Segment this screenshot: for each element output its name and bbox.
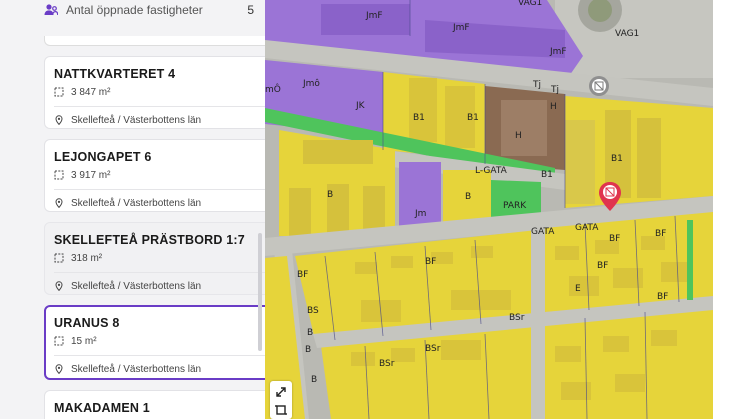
map-label-e: E [575, 284, 581, 294]
property-name: LEJONGAPET 6 [54, 150, 152, 164]
property-name: URANUS 8 [54, 316, 120, 330]
map-label-h: H [515, 131, 522, 141]
property-name: NATTKVARTERET 4 [54, 67, 176, 81]
map-label-bf: BF [297, 270, 308, 280]
map-label-bf: BF [425, 257, 436, 267]
map-label-bsr: BSr [379, 359, 395, 369]
area-icon [54, 170, 64, 180]
property-location: Skellefteå / Västerbottens län [54, 112, 265, 128]
property-area: 318 m² [54, 250, 265, 266]
property-area-value: 15 m² [71, 335, 97, 347]
map-marker-grey[interactable] [589, 76, 609, 96]
location-pin-icon [55, 364, 63, 374]
property-area: 3 917 m² [54, 167, 265, 183]
previous-card-bottom [44, 36, 265, 46]
property-name: SKELLEFTEÅ PRÄSTBORD 1:7 [54, 233, 245, 247]
property-card-selected[interactable]: URANUS 8 15 m² Skellefteå / Västerbotten… [44, 305, 265, 380]
map-label-h: H [550, 102, 557, 112]
card-divider [54, 189, 265, 190]
map-label-park: PARK [503, 201, 527, 211]
property-card[interactable]: SKELLEFTEÅ PRÄSTBORD 1:7 318 m² Skelleft… [44, 222, 265, 295]
map-label-jk: JK [355, 101, 366, 111]
map-canvas[interactable]: VAG1 VAG1 JmF JmF JmF Jmô mÔ JK Tj Tj H … [265, 0, 713, 419]
crop-icon[interactable] [274, 403, 288, 417]
location-pin-icon [55, 115, 63, 125]
map-label-b: B [305, 345, 311, 355]
right-margin [713, 0, 746, 419]
property-location-value: Skellefteå / Västerbottens län [71, 197, 202, 209]
property-card[interactable]: MAKADAMEN 1 [44, 390, 265, 419]
map-label-vag1: VAG1 [518, 0, 542, 8]
property-location: Skellefteå / Västerbottens län [54, 361, 265, 377]
property-area: 15 m² [54, 333, 265, 349]
map-label-b: B [311, 375, 317, 385]
property-list: Antal öppnade fastigheter 5 NATTKVARTERE… [34, 0, 265, 419]
card-divider [54, 106, 265, 107]
map-label-l-gata: L-GATA [475, 166, 508, 176]
map-label-tj: Tj [532, 80, 541, 90]
property-name: MAKADAMEN 1 [54, 401, 150, 415]
property-location-value: Skellefteå / Västerbottens län [71, 114, 202, 126]
map-label-bs: BS [307, 306, 319, 316]
map-label-jmo: Jmô [302, 78, 320, 89]
map-toolbar [270, 381, 292, 419]
map-label-vag1: VAG1 [615, 29, 639, 39]
property-area-value: 3 917 m² [71, 169, 111, 181]
property-card[interactable]: LEJONGAPET 6 3 917 m² Skellefteå / Väste… [44, 139, 265, 212]
map-label-gata: GATA [531, 227, 555, 237]
opened-properties-counter: Antal öppnade fastigheter 5 [44, 0, 254, 20]
property-location-value: Skellefteå / Västerbottens län [71, 280, 202, 292]
map-label-b: B [327, 190, 333, 200]
zoning-map[interactable]: VAG1 VAG1 JmF JmF JmF Jmô mÔ JK Tj Tj H … [265, 0, 713, 419]
area-icon [54, 87, 64, 97]
property-location: Skellefteå / Västerbottens län [54, 195, 265, 211]
sidebar-scrollbar[interactable] [258, 233, 262, 351]
location-pin-icon [55, 281, 63, 291]
map-label-b1: B1 [611, 154, 623, 164]
property-area-value: 318 m² [71, 252, 103, 264]
counter-value: 5 [247, 3, 254, 17]
map-label-bsr: BSr [425, 344, 441, 354]
resize-icon[interactable] [274, 385, 288, 399]
property-location: Skellefteå / Västerbottens län [54, 278, 265, 294]
property-card[interactable]: NATTKVARTERET 4 3 847 m² Skellefteå / Vä… [44, 56, 265, 129]
map-label-bf: BF [657, 292, 668, 302]
counter-label: Antal öppnade fastigheter [66, 3, 203, 17]
property-area: 3 847 m² [54, 84, 265, 100]
map-label-b: B [465, 192, 471, 202]
map-label-b1: B1 [467, 113, 479, 123]
map-label-bf: BF [597, 261, 608, 271]
location-pin-icon [55, 198, 63, 208]
property-area-value: 3 847 m² [71, 86, 111, 98]
map-label-jmf: JmF [549, 47, 567, 57]
card-divider [54, 355, 265, 356]
property-location-value: Skellefteå / Västerbottens län [71, 363, 202, 375]
map-label-b1: B1 [541, 170, 553, 180]
map-label-jmo: mÔ [265, 83, 281, 95]
map-label-bsr: BSr [509, 313, 525, 323]
user-group-icon [44, 4, 58, 16]
map-label-b1: B1 [413, 113, 425, 123]
map-label-bf: BF [655, 229, 666, 239]
map-label-b: B [307, 328, 313, 338]
map-label-jmf: JmF [452, 23, 470, 33]
map-label-jmf: JmF [365, 11, 383, 21]
map-label-gata: GATA [575, 223, 599, 233]
area-icon [54, 336, 64, 346]
map-label-bf: BF [609, 234, 620, 244]
area-icon [54, 253, 64, 263]
map-label-jm: Jm [414, 209, 426, 219]
property-sidebar: Antal öppnade fastigheter 5 NATTKVARTERE… [0, 0, 265, 419]
card-divider [54, 272, 265, 273]
map-label-tj: Tj [550, 85, 559, 95]
